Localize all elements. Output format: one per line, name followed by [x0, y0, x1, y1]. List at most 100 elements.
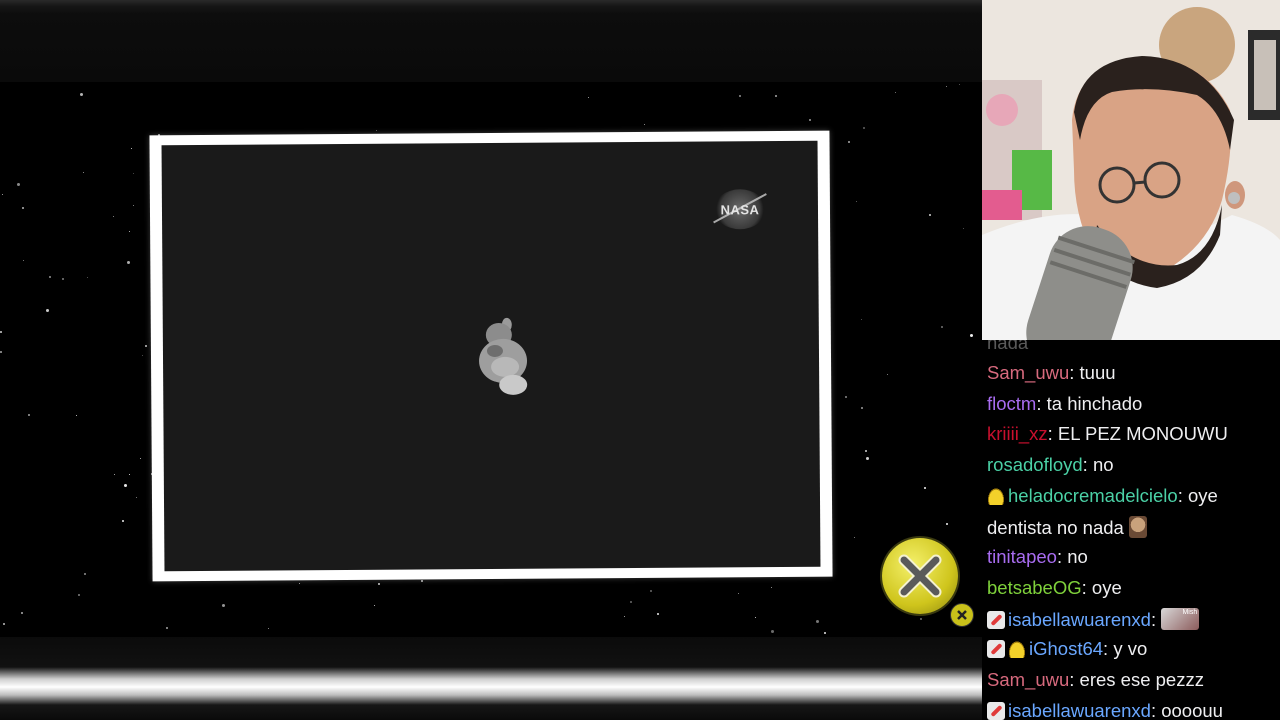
star — [924, 487, 926, 489]
close-x-icon — [898, 554, 942, 598]
star — [49, 276, 51, 278]
rocket-badge-icon[interactable] — [987, 610, 1005, 629]
hat-badge-icon[interactable] — [1008, 640, 1026, 659]
chat-text: EL PEZ MONOUWU — [1057, 423, 1228, 445]
stream-scene: NASA — [0, 0, 982, 720]
star — [866, 457, 869, 460]
star — [644, 124, 645, 125]
chat-colon: : — [1069, 669, 1080, 690]
chat-faded-line: nada — [987, 340, 1029, 353]
chat-username[interactable]: kriiii_xz — [987, 423, 1048, 444]
star — [624, 616, 625, 617]
chat-panel[interactable]: nada Sam_uwu: tuuu floctm: ta hinchado kri… — [982, 340, 1280, 720]
star — [84, 573, 86, 575]
chat-username[interactable]: floctm — [987, 393, 1036, 414]
mish-emote[interactable]: Mish — [1161, 607, 1200, 630]
star — [87, 277, 88, 278]
chat-username[interactable]: isabellawuarenxd — [1008, 609, 1151, 630]
star — [845, 396, 847, 398]
chat-colon: : — [1047, 423, 1058, 445]
star — [861, 319, 862, 320]
streamer-webcam-image — [982, 0, 1280, 340]
chat-text: oye — [1091, 576, 1122, 598]
chat-username[interactable]: Sam_uwu — [987, 669, 1069, 690]
star — [861, 407, 863, 409]
star — [23, 260, 24, 261]
chat-colon: : — [1069, 362, 1080, 383]
star — [142, 355, 143, 356]
top-letterbox — [0, 0, 982, 82]
chat-username[interactable]: iGhost64 — [1029, 638, 1103, 659]
chat-text: dentista no nada — [987, 516, 1129, 538]
chat-username[interactable]: tinitapeo — [987, 546, 1057, 567]
star — [80, 93, 83, 96]
star — [113, 216, 114, 217]
hat-badge-icon[interactable] — [987, 486, 1005, 505]
star — [824, 632, 826, 634]
star — [145, 345, 147, 347]
chat-colon: : — [1082, 454, 1093, 476]
chat-username[interactable]: Sam_uwu — [987, 362, 1069, 383]
star — [929, 214, 931, 216]
star — [920, 618, 922, 620]
chat-colon: : — [1056, 546, 1068, 568]
star — [946, 523, 948, 525]
star — [129, 231, 130, 232]
chat-colon: : — [1177, 484, 1188, 506]
chat-text: eres ese pezzz — [1079, 669, 1204, 690]
star — [133, 205, 134, 206]
star — [133, 173, 134, 174]
close-overlay-button[interactable] — [882, 538, 958, 614]
chat-username[interactable]: heladocremadelcielo — [1008, 485, 1178, 506]
star — [887, 374, 888, 375]
star — [83, 172, 84, 173]
star — [0, 351, 2, 353]
chat-username[interactable]: betsabeOG — [987, 577, 1082, 598]
chat-text: tuuu — [1079, 362, 1116, 383]
chat-message: heladocremadelcielo: oye — [987, 485, 1280, 507]
star — [378, 583, 380, 585]
bottom-letterbox — [0, 637, 982, 720]
video-player[interactable]: NASA — [161, 140, 821, 572]
star — [865, 450, 867, 452]
chat-colon: : — [1150, 608, 1162, 630]
chat-text: no — [1092, 454, 1114, 476]
chat-message: isabellawuarenxd: Mish — [987, 607, 1280, 631]
chat-text: y vo — [1113, 638, 1148, 660]
star — [136, 497, 137, 498]
video-frame: NASA — [149, 130, 833, 582]
star — [588, 97, 589, 98]
chat-colon: : — [1103, 638, 1114, 660]
star — [222, 604, 225, 607]
star — [374, 605, 375, 606]
star — [963, 228, 964, 229]
star — [46, 309, 49, 312]
star — [946, 86, 947, 87]
star — [650, 590, 652, 592]
star — [140, 458, 141, 459]
star — [771, 630, 774, 633]
chat-text: no — [1067, 546, 1088, 568]
rocket-badge-icon[interactable] — [987, 701, 1005, 720]
star — [62, 278, 64, 280]
rocket-badge-icon[interactable] — [987, 640, 1005, 659]
star — [17, 183, 20, 186]
star — [3, 623, 5, 625]
star — [809, 119, 811, 121]
star — [959, 84, 960, 85]
close-small-button[interactable] — [950, 603, 974, 627]
star — [775, 95, 777, 97]
chat-colon: : — [1081, 576, 1092, 598]
chat-message: iGhost64: y vo — [987, 638, 1280, 660]
star — [22, 207, 24, 209]
star — [376, 130, 377, 131]
chat-message: kriiii_xz: EL PEZ MONOUWU — [987, 423, 1280, 445]
chat-message: dentista no nada — [987, 515, 1280, 539]
chat-message: isabellawuarenxd: oooouu — [987, 700, 1280, 720]
chat-text: ta hinchado — [1046, 392, 1143, 414]
face-emote[interactable] — [1128, 515, 1147, 538]
chat-username[interactable]: rosadofloyd — [987, 454, 1083, 475]
star — [941, 326, 943, 328]
chat-username[interactable]: isabellawuarenxd — [1008, 700, 1151, 720]
star — [268, 628, 269, 629]
